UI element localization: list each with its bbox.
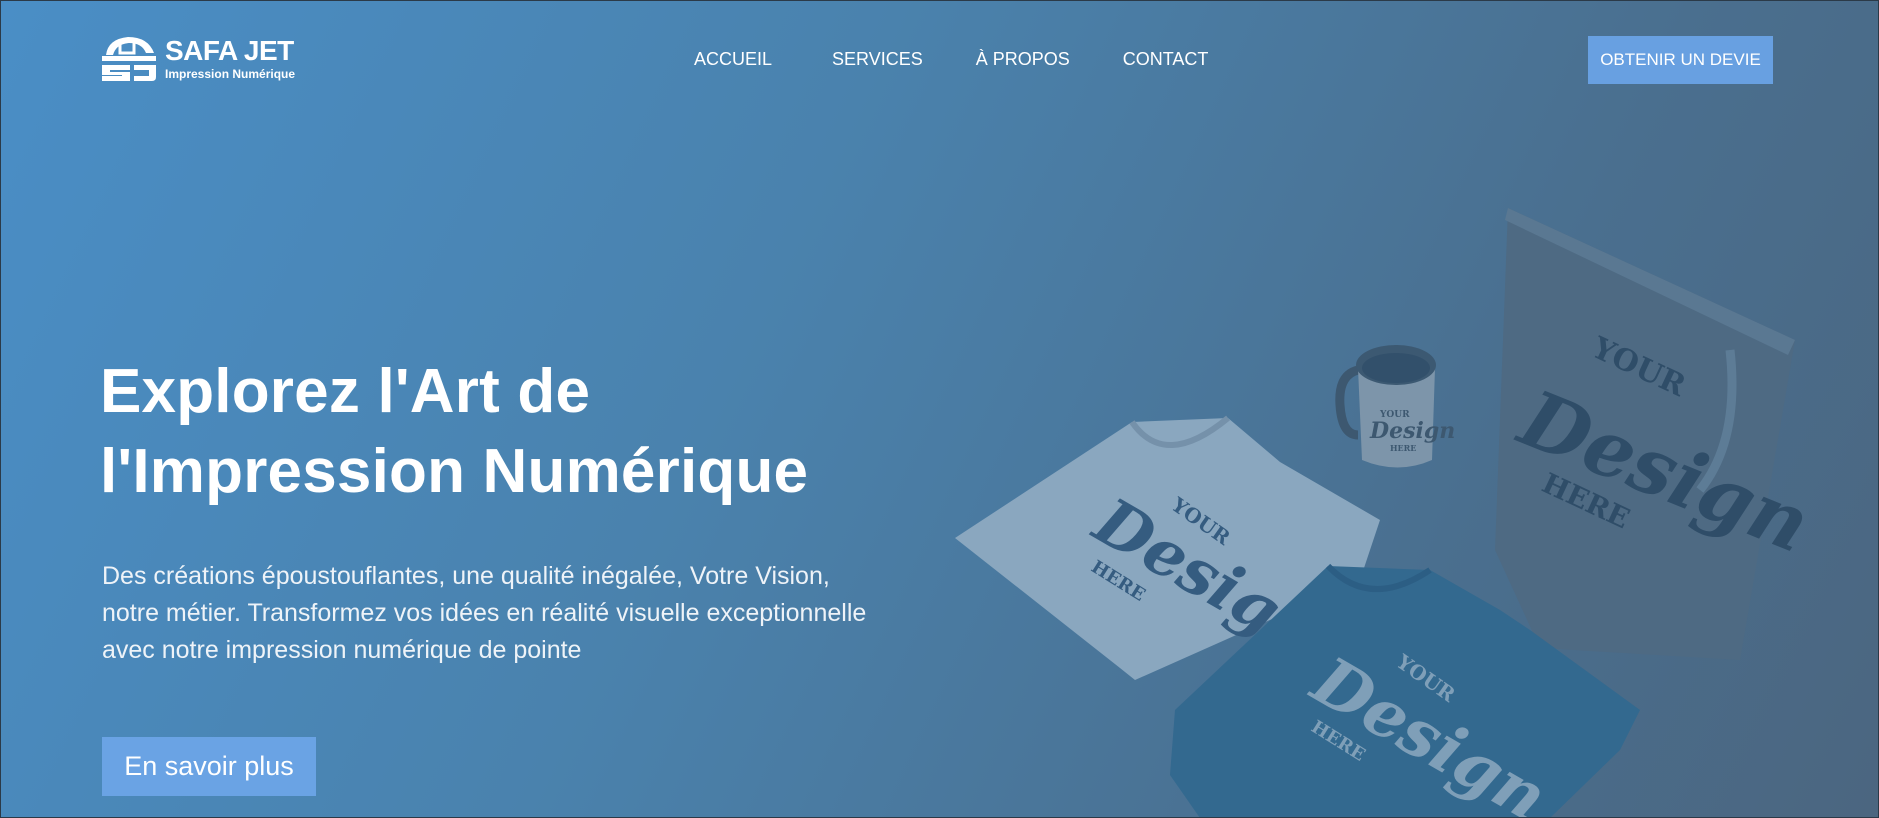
learn-more-button[interactable]: En savoir plus: [102, 737, 316, 796]
nav-item-a-propos[interactable]: À PROPOS: [976, 48, 1070, 70]
hero-section: SAFA JET Impression Numérique ACCUEIL SE…: [0, 0, 1879, 818]
sj-logo-icon: [102, 37, 156, 81]
hero-description: Des créations époustouflantes, une quali…: [102, 562, 867, 664]
tote-bag-illustration: YOUR Design HERE: [1495, 208, 1820, 660]
mug-print-bottom: HERE: [1390, 443, 1416, 453]
nav-item-accueil[interactable]: ACCUEIL: [694, 48, 772, 70]
hero-title-line1: Explorez l'Art de: [100, 357, 591, 426]
brand-logo[interactable]: SAFA JET Impression Numérique: [100, 33, 295, 83]
nav-item-contact[interactable]: CONTACT: [1123, 48, 1209, 70]
main-nav: ACCUEIL SERVICES À PROPOS CONTACT: [694, 48, 1208, 70]
nav-item-services[interactable]: SERVICES: [832, 48, 923, 70]
brand-tagline: Impression Numérique: [165, 66, 296, 81]
mug-print-main: Design: [1369, 418, 1455, 444]
hero-title-line2: l'Impression Numérique: [100, 437, 809, 506]
hero-title: Explorez l'Art de l'Impression Numérique: [100, 352, 920, 512]
merch-mockup-image: YOUR Design HERE YOUR Design HERE YOUR D…: [955, 208, 1820, 818]
mug-illustration: YOUR Design HERE: [1335, 345, 1455, 468]
brand-name: SAFA JET: [165, 34, 294, 66]
get-quote-button[interactable]: OBTENIR UN DEVIE: [1588, 36, 1773, 84]
